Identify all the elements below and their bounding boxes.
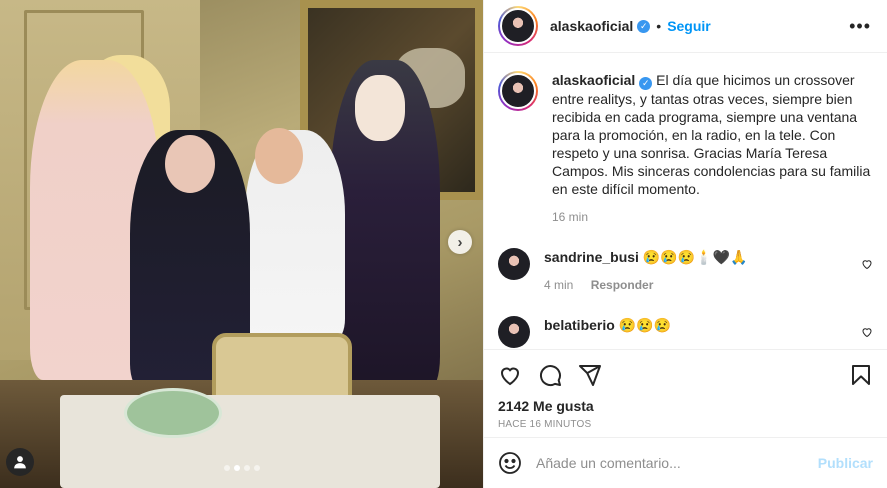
- post-caption: alaskaoficial ✓ El día que hicimos un cro…: [498, 71, 873, 226]
- add-comment-bar: Publicar: [484, 437, 887, 488]
- carousel-dot-active: [233, 465, 240, 471]
- carousel-dot: [223, 465, 230, 471]
- comment-username[interactable]: sandrine_busi: [544, 249, 639, 265]
- comment-item: belatiberio 😢😢😢: [498, 316, 873, 348]
- avatar[interactable]: [498, 316, 530, 348]
- heart-icon[interactable]: [498, 363, 522, 387]
- comment-text: 😢😢😢: [618, 317, 671, 333]
- comment-input[interactable]: [536, 455, 818, 471]
- caption-username[interactable]: alaskaoficial: [552, 72, 635, 88]
- comments-list[interactable]: alaskaoficial ✓ El día que hicimos un cro…: [484, 53, 887, 349]
- chevron-right-icon: ›: [457, 233, 463, 251]
- post-side-panel: alaskaoficial ✓ • Seguir ••• alaskaofici…: [483, 0, 887, 488]
- likes-count[interactable]: 2142 Me gusta: [498, 398, 873, 414]
- avatar[interactable]: [498, 248, 530, 280]
- heart-icon[interactable]: [861, 326, 873, 338]
- carousel-indicator: [0, 465, 483, 471]
- verified-badge-icon: ✓: [639, 77, 653, 90]
- comment-time: 4 min: [544, 278, 574, 292]
- more-options-icon[interactable]: •••: [849, 16, 871, 37]
- comment-icon[interactable]: [538, 363, 562, 387]
- comment-text: 😢😢😢🕯️🖤🙏: [642, 249, 748, 265]
- verified-badge-icon: ✓: [637, 19, 651, 33]
- emoji-icon[interactable]: [498, 451, 522, 475]
- carousel-next-button[interactable]: ›: [448, 230, 472, 254]
- publish-button[interactable]: Publicar: [818, 455, 873, 471]
- bookmark-icon[interactable]: [849, 363, 873, 387]
- post-header: alaskaoficial ✓ • Seguir •••: [484, 0, 887, 53]
- paper-plane-icon[interactable]: [578, 363, 602, 387]
- plate: [124, 388, 222, 438]
- post-photo[interactable]: ›: [0, 0, 483, 488]
- heart-icon[interactable]: [861, 258, 873, 270]
- carousel-dot: [253, 465, 260, 471]
- post-actions: 2142 Me gusta HACE 16 MINUTOS: [484, 349, 887, 437]
- instagram-post: › alaskaoficial ✓ • Seguir ••• alaskaofi…: [0, 0, 887, 488]
- comment-username[interactable]: belatiberio: [544, 317, 615, 333]
- follow-button[interactable]: Seguir: [667, 18, 711, 34]
- caption-text: El día que hicimos un crossover entre re…: [552, 72, 871, 197]
- carousel-dot: [243, 465, 250, 471]
- avatar[interactable]: [498, 6, 538, 46]
- post-timestamp: HACE 16 MINUTOS: [498, 419, 592, 430]
- caption-time: 16 min: [552, 210, 589, 224]
- avatar[interactable]: [498, 71, 538, 111]
- tagged-users-button[interactable]: [6, 448, 34, 476]
- reply-button[interactable]: Responder: [591, 278, 654, 292]
- author-username[interactable]: alaskaoficial: [550, 18, 633, 34]
- comment-item: sandrine_busi 😢😢😢🕯️🖤🙏 4 min Responder: [498, 248, 873, 294]
- separator: •: [656, 18, 662, 34]
